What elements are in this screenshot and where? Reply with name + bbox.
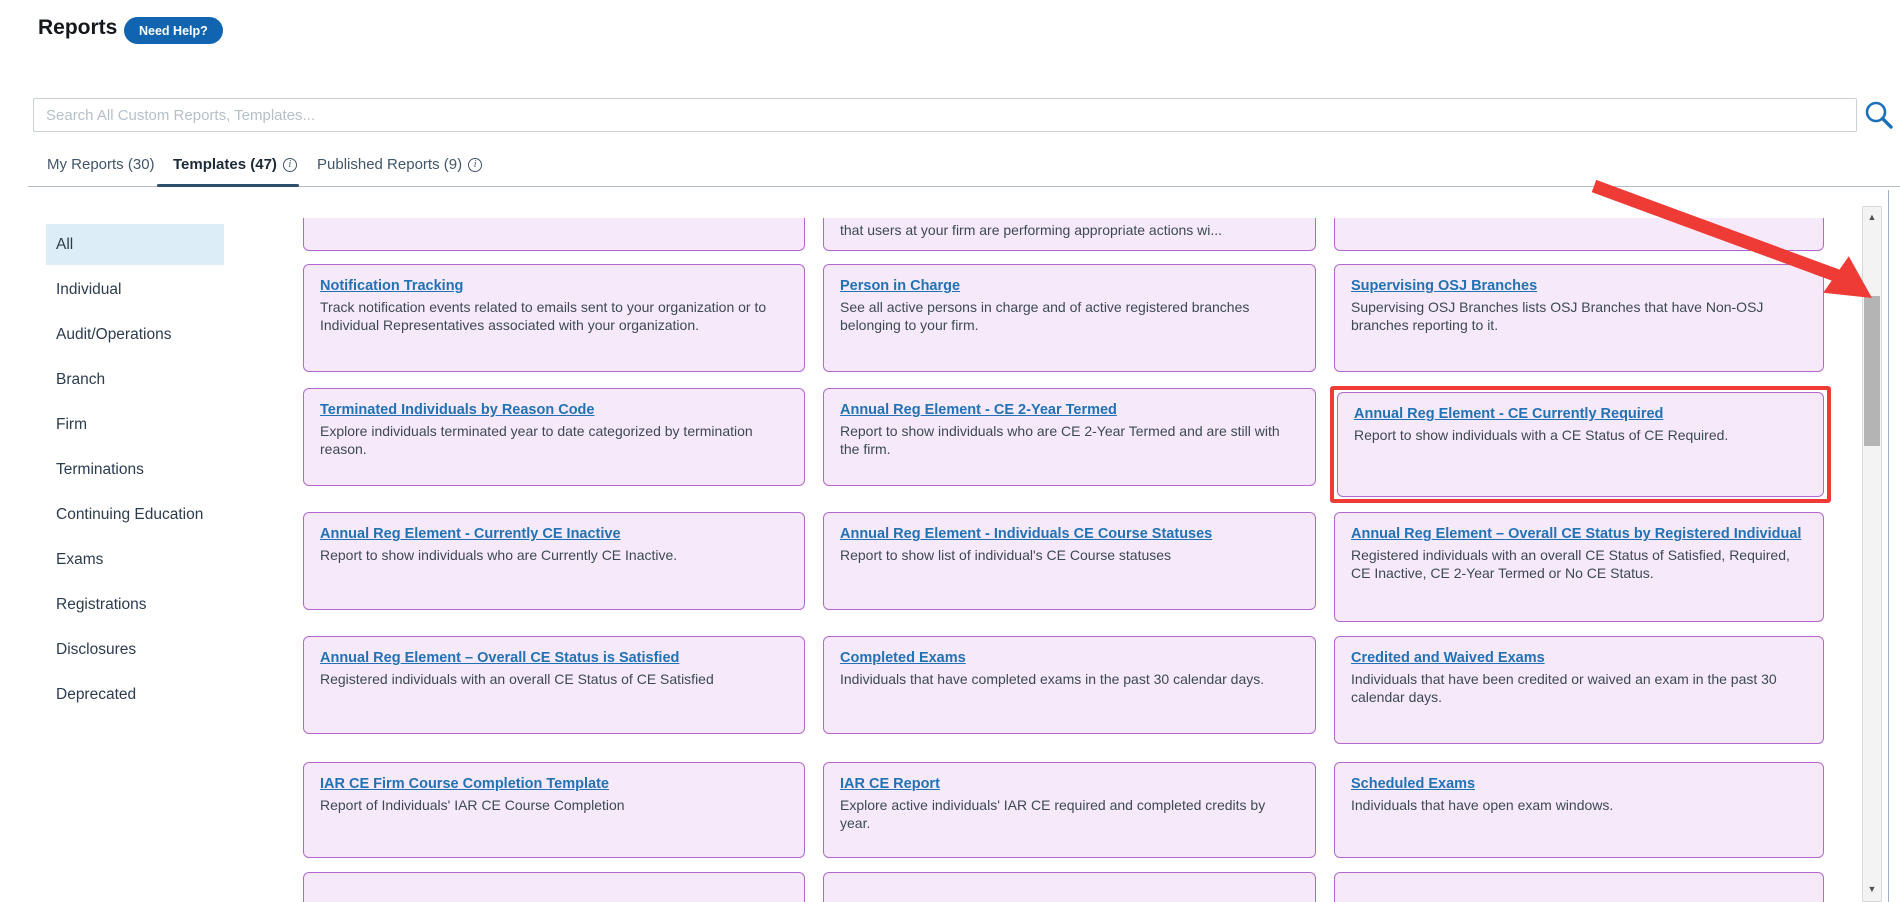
report-card: Terminated Individuals by Reason Code Ex… <box>303 388 805 486</box>
report-card-clipped <box>823 872 1316 902</box>
sidebar-item-terminations[interactable]: Terminations <box>46 449 224 490</box>
sidebar-item-audit-operations[interactable]: Audit/Operations <box>46 314 224 355</box>
report-description: See all active persons in charge and of … <box>840 298 1299 335</box>
scrollbar-down-icon[interactable]: ▼ <box>1862 884 1882 894</box>
arrow-annotation <box>1580 178 1890 308</box>
report-description: Report to show individuals who are CE 2-… <box>840 422 1299 459</box>
report-link[interactable]: Terminated Individuals by Reason Code <box>320 402 594 418</box>
report-card: Person in Charge See all active persons … <box>823 264 1316 372</box>
report-card: Annual Reg Element - Individuals CE Cour… <box>823 512 1316 610</box>
sidebar-item-firm[interactable]: Firm <box>46 404 224 445</box>
report-link[interactable]: IAR CE Report <box>840 776 940 792</box>
sidebar-item-all[interactable]: All <box>46 224 224 265</box>
report-description: Report to show individuals who are Curre… <box>320 546 788 564</box>
report-description: Report of Individuals' IAR CE Course Com… <box>320 796 788 814</box>
sidebar-item-registrations[interactable]: Registrations <box>46 584 224 625</box>
report-card: Notification Tracking Track notification… <box>303 264 805 372</box>
report-link[interactable]: Annual Reg Element – Overall CE Status b… <box>1351 526 1801 542</box>
highlight-box-annotation <box>1330 386 1831 503</box>
report-description: Explore active individuals' IAR CE requi… <box>840 796 1299 833</box>
reports-page: Reports Need Help? My Reports (30) Templ… <box>0 0 1900 902</box>
tab-published-reports-label: Published Reports (9) <box>317 156 462 173</box>
report-card-clipped <box>1334 872 1824 902</box>
report-card: Annual Reg Element – Overall CE Status b… <box>1334 512 1824 622</box>
sidebar-item-exams[interactable]: Exams <box>46 539 224 580</box>
report-link[interactable]: Credited and Waived Exams <box>1351 650 1545 666</box>
report-description: Registered individuals with an overall C… <box>1351 546 1807 583</box>
search-input[interactable] <box>33 98 1857 132</box>
report-card: IAR CE Firm Course Completion Template R… <box>303 762 805 858</box>
report-card: Completed Exams Individuals that have co… <box>823 636 1316 734</box>
report-description: Track notification events related to ema… <box>320 298 788 335</box>
report-description: Individuals that have completed exams in… <box>840 670 1299 688</box>
report-card: Annual Reg Element – Overall CE Status i… <box>303 636 805 734</box>
report-link[interactable]: Supervising OSJ Branches <box>1351 278 1537 294</box>
report-card-clipped <box>303 218 805 251</box>
report-card-clipped <box>303 872 805 902</box>
report-card: IAR CE Report Explore active individuals… <box>823 762 1316 858</box>
sidebar-item-branch[interactable]: Branch <box>46 359 224 400</box>
tab-my-reports[interactable]: My Reports (30) <box>47 156 155 173</box>
report-description: that users at your firm are performing a… <box>840 221 1299 239</box>
report-link[interactable]: Scheduled Exams <box>1351 776 1475 792</box>
report-card: Annual Reg Element - Currently CE Inacti… <box>303 512 805 610</box>
report-link[interactable]: Notification Tracking <box>320 278 463 294</box>
sidebar-item-continuing-education[interactable]: Continuing Education <box>46 494 224 535</box>
active-tab-underline <box>157 184 299 187</box>
tab-my-reports-label: My Reports (30) <box>47 156 155 173</box>
report-link[interactable]: IAR CE Firm Course Completion Template <box>320 776 609 792</box>
sidebar-item-disclosures[interactable]: Disclosures <box>46 629 224 670</box>
report-description: Individuals that have been credited or w… <box>1351 670 1807 707</box>
report-description: Individuals that have open exam windows. <box>1351 796 1807 814</box>
sidebar-item-individual[interactable]: Individual <box>46 269 224 310</box>
need-help-button[interactable]: Need Help? <box>124 17 223 44</box>
report-card-clipped: that users at your firm are performing a… <box>823 218 1316 251</box>
sidebar-item-deprecated[interactable]: Deprecated <box>46 674 224 715</box>
search-icon[interactable] <box>1864 100 1894 130</box>
report-description: Registered individuals with an overall C… <box>320 670 788 688</box>
report-link[interactable]: Annual Reg Element – Overall CE Status i… <box>320 650 679 666</box>
info-icon[interactable] <box>283 158 297 172</box>
tab-templates[interactable]: Templates (47) <box>173 156 297 173</box>
report-link[interactable]: Annual Reg Element - Currently CE Inacti… <box>320 526 621 542</box>
report-link[interactable]: Completed Exams <box>840 650 966 666</box>
report-card: Credited and Waived Exams Individuals th… <box>1334 636 1824 744</box>
report-link[interactable]: Annual Reg Element - CE 2-Year Termed <box>840 402 1117 418</box>
report-card: Scheduled Exams Individuals that have op… <box>1334 762 1824 858</box>
scrollbar-thumb[interactable] <box>1864 296 1880 446</box>
report-link[interactable]: Person in Charge <box>840 278 960 294</box>
info-icon[interactable] <box>468 158 482 172</box>
report-card: Annual Reg Element - CE 2-Year Termed Re… <box>823 388 1316 486</box>
tab-templates-label: Templates (47) <box>173 156 277 173</box>
report-description: Report to show list of individual's CE C… <box>840 546 1299 564</box>
page-title: Reports <box>38 16 117 40</box>
report-link[interactable]: Annual Reg Element - Individuals CE Cour… <box>840 526 1212 542</box>
tab-published-reports[interactable]: Published Reports (9) <box>317 156 482 173</box>
report-description: Explore individuals terminated year to d… <box>320 422 788 459</box>
